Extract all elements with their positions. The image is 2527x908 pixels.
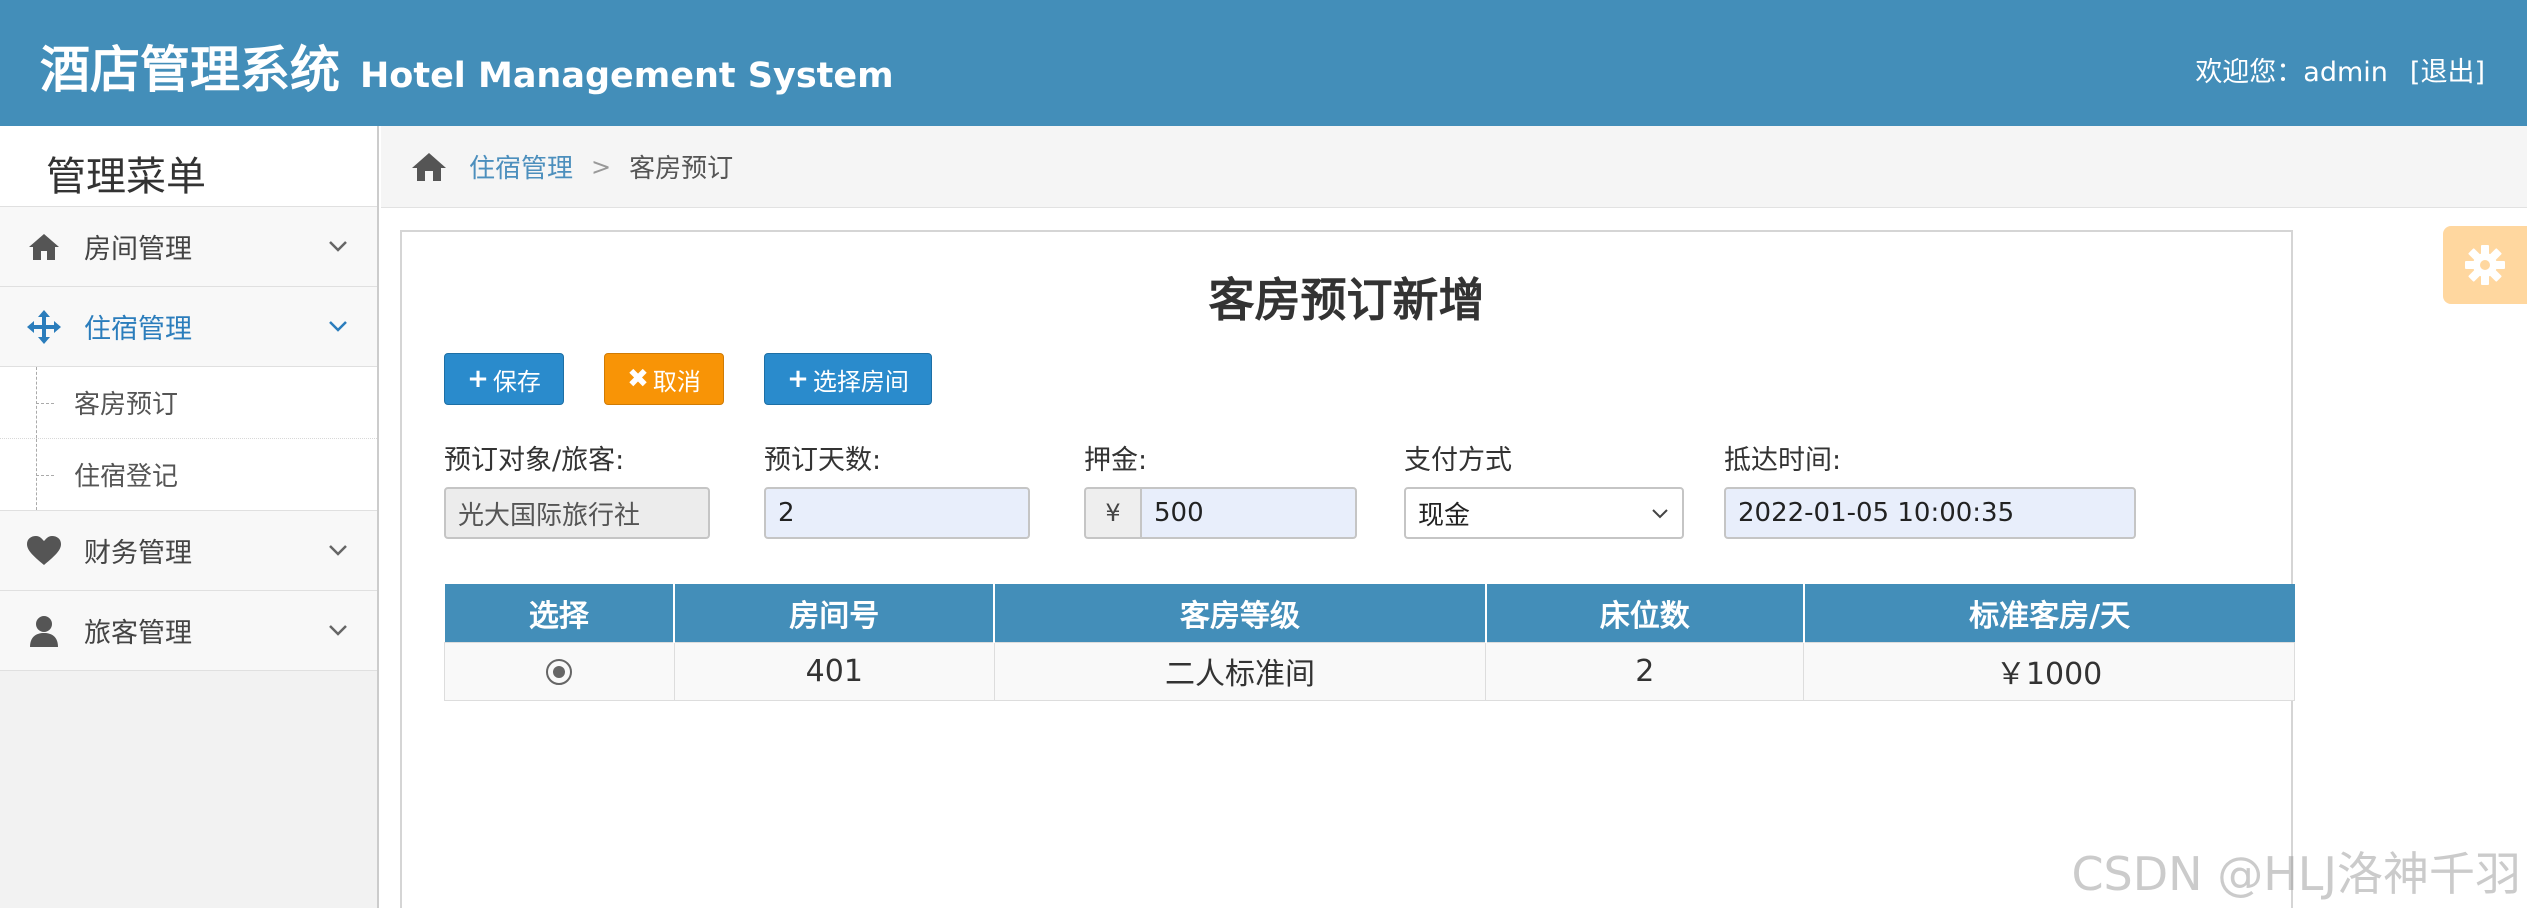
sidebar-item-label: 旅客管理: [84, 618, 192, 649]
payment-select[interactable]: 现金: [1404, 487, 1684, 539]
table-row[interactable]: 401 二人标准间 2 ￥1000: [444, 641, 2295, 701]
price-cell: ￥1000: [1803, 641, 2295, 701]
select-room-button[interactable]: + 选择房间: [764, 353, 932, 405]
column-header: 客房等级: [994, 584, 1487, 642]
room-grade-cell: 二人标准间: [993, 641, 1487, 701]
days-input[interactable]: 2: [764, 487, 1030, 539]
sidebar-item-finance-management[interactable]: 财务管理: [0, 511, 377, 591]
home-icon: [26, 229, 62, 265]
chevron-down-icon: [329, 241, 347, 252]
user-info: 欢迎您：admin [退出]: [2195, 50, 2485, 89]
save-button[interactable]: + 保存: [444, 353, 564, 405]
room-select-radio[interactable]: [546, 659, 573, 685]
plus-icon: +: [467, 364, 489, 394]
chevron-down-icon: [329, 321, 347, 332]
move-arrows-icon: [26, 309, 62, 345]
guest-label: 预订对象/旅客:: [444, 445, 625, 476]
days-label: 预订天数:: [764, 445, 882, 476]
logout-link[interactable]: [退出]: [2410, 50, 2485, 89]
table-header-row: 选择 房间号 客房等级 床位数 标准客房/天: [444, 584, 2295, 642]
guest-field[interactable]: 光大国际旅行社: [444, 487, 710, 539]
deposit-input[interactable]: 500: [1140, 487, 1357, 539]
arrival-datetime-input[interactable]: 2022-01-05 10:00:35: [1724, 487, 2136, 539]
column-header: 房间号: [674, 584, 996, 642]
sidebar-item-label: 住宿管理: [84, 314, 192, 345]
column-header: 选择: [444, 584, 676, 642]
welcome-text: 欢迎您：admin: [2195, 57, 2388, 88]
sidebar-item-label: 财务管理: [84, 538, 192, 569]
breadcrumb-current: 客房预订: [629, 154, 734, 184]
currency-prefix: ¥: [1084, 487, 1140, 539]
heart-icon: [26, 533, 62, 569]
settings-toggle[interactable]: [2443, 226, 2527, 304]
breadcrumb-parent-link[interactable]: 住宿管理: [469, 148, 573, 185]
breadcrumb: 住宿管理 > 客房预订: [381, 126, 2527, 208]
brand-title-en: Hotel Management System: [360, 56, 894, 96]
sidebar-subitem-label: 客房预订: [74, 390, 179, 420]
room-number-cell: 401: [673, 641, 995, 701]
booking-form-panel: 客房预订新增 + 保存 ✖ 取消 + 选择房间 预订对象/旅客: 光大国际旅行社…: [400, 230, 2295, 908]
brand: 酒店管理系统 Hotel Management System: [40, 30, 894, 102]
home-icon[interactable]: [411, 151, 447, 183]
page-title: 客房预订新增: [1208, 273, 1485, 327]
chevron-down-icon: [1652, 509, 1668, 519]
sidebar-title: 管理菜单: [0, 126, 377, 207]
sidebar-item-label: 房间管理: [84, 234, 192, 265]
deposit-label: 押金:: [1084, 445, 1148, 476]
chevron-down-icon: [329, 625, 347, 636]
sidebar-item-room-management[interactable]: 房间管理: [0, 207, 377, 287]
user-icon: [26, 613, 62, 649]
watermark: CSDN @HLJ洛神千羽: [2071, 847, 2521, 901]
sidebar-subitem-check-in[interactable]: 住宿登记: [0, 439, 377, 511]
column-header: 床位数: [1485, 584, 1805, 642]
sidebar-subitem-room-booking[interactable]: 客房预订: [0, 367, 377, 439]
payment-label: 支付方式: [1404, 445, 1512, 476]
sidebar-item-lodging-management[interactable]: 住宿管理: [0, 287, 377, 367]
payment-selected-value: 现金: [1418, 500, 1471, 531]
sidebar-subitem-label: 住宿登记: [74, 462, 179, 492]
plus-icon: +: [787, 364, 809, 394]
cancel-button[interactable]: ✖ 取消: [604, 353, 724, 405]
sidebar: 管理菜单 房间管理 住宿管理 客房预订 住宿登记 财务管理 旅客管理: [0, 126, 379, 908]
top-navbar: 酒店管理系统 Hotel Management System 欢迎您：admin…: [0, 0, 2527, 126]
breadcrumb-separator: >: [591, 152, 612, 181]
gear-icon: [2465, 245, 2505, 285]
chevron-down-icon: [329, 545, 347, 556]
bed-count-cell: 2: [1485, 641, 1805, 701]
room-table: 选择 房间号 客房等级 床位数 标准客房/天 401 二人标准间 2 ￥1000: [444, 584, 2295, 701]
brand-title-cn: 酒店管理系统: [40, 41, 340, 99]
column-header: 标准客房/天: [1803, 584, 2295, 642]
sidebar-item-guest-management[interactable]: 旅客管理: [0, 591, 377, 671]
select-cell: [444, 641, 675, 701]
arrival-label: 抵达时间:: [1724, 445, 1842, 476]
close-icon: ✖: [627, 364, 649, 394]
